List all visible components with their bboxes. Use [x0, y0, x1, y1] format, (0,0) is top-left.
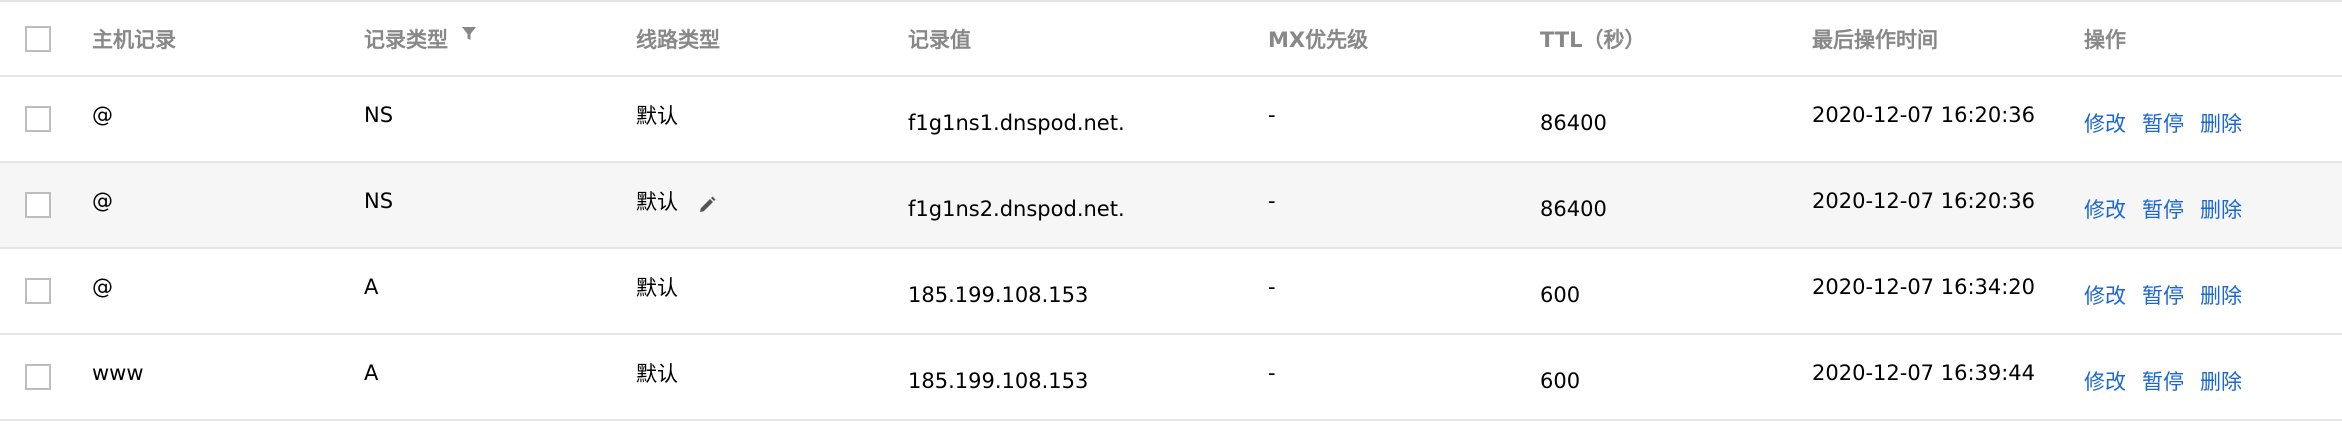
ttl-value: 86400: [1540, 77, 1607, 161]
record-type-text: A: [364, 275, 379, 299]
delete-link[interactable]: 删除: [2200, 108, 2242, 138]
row-actions: 修改 暂停 删除: [2084, 163, 2242, 247]
row-checkbox[interactable]: [25, 278, 51, 304]
host-record-text: @: [92, 189, 113, 213]
select-all-cell: [25, 2, 51, 75]
mx-priority-text: -: [1268, 189, 1276, 213]
table-row: @ NS 默认 f1g1ns2.dnspod.net. - 86400 2020…: [0, 163, 2342, 249]
mx-priority-text: -: [1268, 275, 1276, 299]
host-record-text: www: [92, 361, 144, 385]
ttl-value-text: 600: [1540, 369, 1581, 393]
record-value-text: 185.199.108.153: [908, 369, 1089, 393]
row-select-cell: [25, 163, 51, 247]
ttl-value-text: 600: [1540, 283, 1581, 307]
ttl-value-text: 86400: [1540, 197, 1607, 221]
row-checkbox[interactable]: [25, 192, 51, 218]
ttl-value: 600: [1540, 249, 1580, 333]
header-ops: 操作: [2084, 27, 2126, 52]
line-type: 默认: [636, 77, 678, 161]
last-modified-time-text: 2020-12-07 16:39:44: [1812, 361, 2036, 385]
header-line: 线路类型: [636, 27, 720, 52]
line-type-text: 默认: [636, 190, 678, 214]
mx-priority: -: [1268, 249, 1276, 333]
line-type: 默认: [636, 335, 678, 419]
row-select-cell: [25, 249, 51, 333]
record-value: 185.199.108.153: [908, 335, 1088, 419]
ttl-value: 600: [1540, 335, 1580, 419]
line-type: 默认: [636, 163, 718, 247]
record-type-text: A: [364, 361, 379, 385]
record-value: f1g1ns2.dnspod.net.: [908, 163, 1125, 247]
header-type[interactable]: 记录类型: [364, 2, 478, 75]
host-record: www: [92, 335, 144, 419]
edit-link[interactable]: 修改: [2084, 194, 2126, 224]
row-checkbox[interactable]: [25, 106, 51, 132]
header-value: 记录值: [908, 27, 971, 52]
line-type-text: 默认: [636, 362, 678, 386]
header-ttl: TTL（秒）: [1540, 27, 1646, 52]
line-type-text: 默认: [636, 276, 678, 300]
header-mx: MX优先级: [1268, 27, 1369, 52]
line-type-text: 默认: [636, 104, 678, 128]
delete-link[interactable]: 删除: [2200, 366, 2242, 396]
select-all-checkbox[interactable]: [25, 25, 51, 52]
record-type-text: NS: [364, 189, 394, 213]
pause-link[interactable]: 暂停: [2142, 366, 2184, 396]
row-select-cell: [25, 335, 51, 419]
table-row: www A 默认 185.199.108.153 - 600 2020-12-0…: [0, 335, 2342, 421]
last-modified-time-text: 2020-12-07 16:34:20: [1812, 275, 2036, 299]
mx-priority: -: [1268, 77, 1276, 161]
host-record: @: [92, 249, 113, 333]
mx-priority-text: -: [1268, 103, 1276, 127]
delete-link[interactable]: 删除: [2200, 280, 2242, 310]
row-checkbox[interactable]: [25, 364, 51, 390]
header-time: 最后操作时间: [1812, 27, 1938, 52]
host-record-text: @: [92, 275, 113, 299]
filter-icon[interactable]: [460, 24, 478, 42]
row-actions: 修改 暂停 删除: [2084, 77, 2242, 161]
record-value: 185.199.108.153: [908, 249, 1088, 333]
last-modified-time: 2020-12-07 16:39:44: [1812, 335, 2035, 419]
pause-link[interactable]: 暂停: [2142, 108, 2184, 138]
host-record: @: [92, 163, 113, 247]
record-value-text: f1g1ns1.dnspod.net.: [908, 111, 1125, 135]
dns-records-table: 主机记录 记录类型 线路类型 记录值 MX优先级 TTL（秒） 最后操作时间 操…: [0, 0, 2342, 424]
edit-link[interactable]: 修改: [2084, 108, 2126, 138]
pencil-icon[interactable]: [696, 194, 718, 216]
host-record-text: @: [92, 103, 113, 127]
record-type-text: NS: [364, 103, 394, 127]
record-type: A: [364, 249, 378, 333]
record-value-text: f1g1ns2.dnspod.net.: [908, 197, 1125, 221]
mx-priority: -: [1268, 335, 1276, 419]
last-modified-time: 2020-12-07 16:34:20: [1812, 249, 2035, 333]
table-header: 主机记录 记录类型 线路类型 记录值 MX优先级 TTL（秒） 最后操作时间 操…: [0, 0, 2342, 77]
record-type: NS: [364, 77, 393, 161]
last-modified-time-text: 2020-12-07 16:20:36: [1812, 189, 2036, 213]
record-value: f1g1ns1.dnspod.net.: [908, 77, 1125, 161]
ttl-value-text: 86400: [1540, 111, 1607, 135]
table-row: @ A 默认 185.199.108.153 - 600 2020-12-07 …: [0, 249, 2342, 335]
record-type: A: [364, 335, 378, 419]
row-select-cell: [25, 77, 51, 161]
delete-link[interactable]: 删除: [2200, 194, 2242, 224]
line-type: 默认: [636, 249, 678, 333]
record-type: NS: [364, 163, 393, 247]
header-host: 主机记录: [92, 27, 176, 52]
last-modified-time-text: 2020-12-07 16:20:36: [1812, 103, 2036, 127]
last-modified-time: 2020-12-07 16:20:36: [1812, 77, 2035, 161]
mx-priority: -: [1268, 163, 1276, 247]
last-modified-time: 2020-12-07 16:20:36: [1812, 163, 2035, 247]
row-actions: 修改 暂停 删除: [2084, 335, 2242, 419]
edit-link[interactable]: 修改: [2084, 280, 2126, 310]
header-type-label: 记录类型: [364, 27, 448, 52]
table-row: @ NS 默认 f1g1ns1.dnspod.net. - 86400 2020…: [0, 77, 2342, 163]
record-value-text: 185.199.108.153: [908, 283, 1089, 307]
pause-link[interactable]: 暂停: [2142, 194, 2184, 224]
host-record: @: [92, 77, 113, 161]
mx-priority-text: -: [1268, 361, 1276, 385]
edit-link[interactable]: 修改: [2084, 366, 2126, 396]
ttl-value: 86400: [1540, 163, 1607, 247]
pause-link[interactable]: 暂停: [2142, 280, 2184, 310]
row-actions: 修改 暂停 删除: [2084, 249, 2242, 333]
